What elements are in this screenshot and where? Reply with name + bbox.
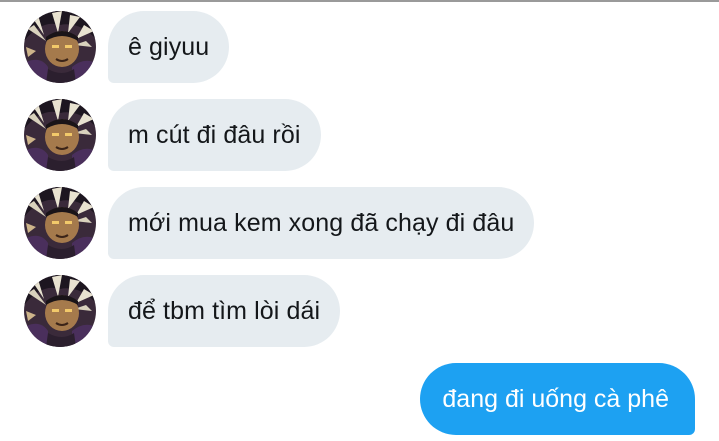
message-text: đang đi uống cà phê [442,384,669,413]
incoming-message-bubble[interactable]: mới mua kem xong đã chạy đi đâu [108,187,535,259]
message-row: để tbm tìm lòi dái [0,275,719,347]
incoming-message-bubble[interactable]: ê giyuu [108,11,230,83]
message-row: mới mua kem xong đã chạy đi đâu [0,187,719,259]
incoming-message-bubble[interactable]: để tbm tìm lòi dái [108,275,341,347]
contact-avatar[interactable] [24,275,96,347]
message-thread: ê giyuu m cút đi đâu rồi mới mua kem xon… [0,0,719,441]
message-text: ê giyuu [128,32,210,61]
incoming-message-bubble[interactable]: m cút đi đâu rồi [108,99,321,171]
contact-avatar[interactable] [24,11,96,83]
contact-avatar[interactable] [24,99,96,171]
contact-avatar[interactable] [24,187,96,259]
message-text: mới mua kem xong đã chạy đi đâu [128,208,515,237]
message-text: m cút đi đâu rồi [128,120,301,149]
message-row: m cút đi đâu rồi [0,99,719,171]
message-row: đang đi uống cà phê [0,363,719,435]
message-text: để tbm tìm lòi dái [128,296,321,325]
message-row: ê giyuu [0,11,719,83]
outgoing-message-bubble[interactable]: đang đi uống cà phê [420,363,695,435]
